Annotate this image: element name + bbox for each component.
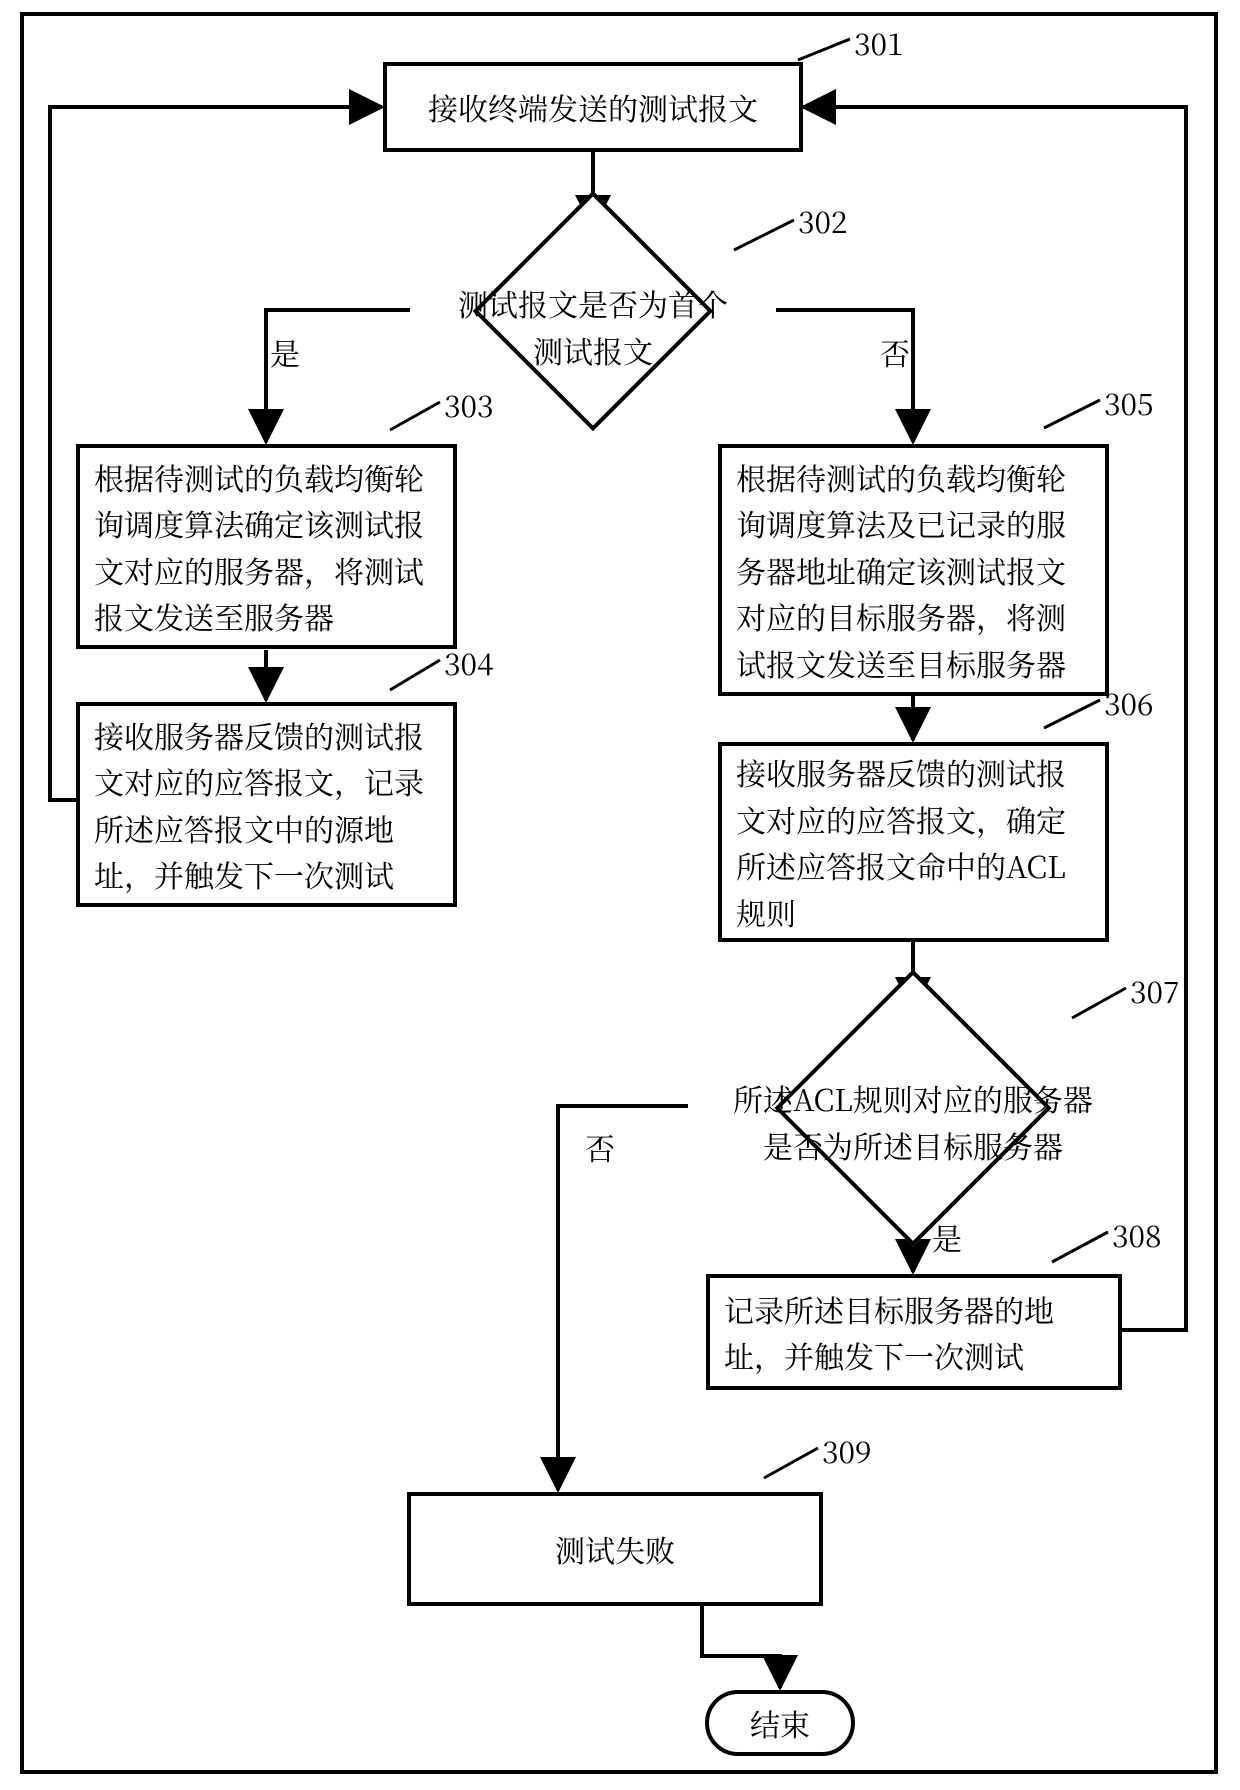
label-yes-307: 是 bbox=[932, 1215, 962, 1259]
step-test-failed: 测试失败 bbox=[407, 1492, 823, 1606]
ref-307: 307 bbox=[1130, 968, 1180, 1012]
terminator-text: 结束 bbox=[750, 1701, 810, 1745]
ref-304: 304 bbox=[444, 640, 494, 684]
step-receive-test-message: 接收终端发送的测试报文 bbox=[383, 62, 803, 152]
decision-is-first-message-label: 测试报文是否为首个 测试报文 bbox=[443, 280, 743, 373]
ref-309: 309 bbox=[822, 1428, 872, 1472]
step-text: 测试失败 bbox=[555, 1526, 675, 1573]
ref-305: 305 bbox=[1104, 380, 1154, 424]
step-determine-acl-rule: 接收服务器反馈的测试报文对应的应答报文，确定所述应答报文命中的ACL规则 bbox=[718, 742, 1109, 942]
label-yes-302: 是 bbox=[270, 330, 300, 374]
step-text: 接收服务器反馈的测试报文对应的应答报文，记录所述应答报文中的源地址，并触发下一次… bbox=[94, 712, 439, 898]
step-send-to-server: 根据待测试的负载均衡轮询调度算法确定该测试报文对应的服务器，将测试报文发送至服务… bbox=[76, 444, 457, 649]
step-record-target-trigger-next: 记录所述目标服务器的地址，并触发下一次测试 bbox=[706, 1274, 1122, 1390]
step-text: 根据待测试的负载均衡轮询调度算法确定该测试报文对应的服务器，将测试报文发送至服务… bbox=[94, 454, 439, 640]
ref-306: 306 bbox=[1104, 680, 1154, 724]
step-send-to-target-server: 根据待测试的负载均衡轮询调度算法及已记录的服务器地址确定该测试报文对应的目标服务… bbox=[718, 444, 1109, 696]
ref-301: 301 bbox=[854, 20, 904, 64]
label-no-307: 否 bbox=[585, 1125, 615, 1169]
step-text: 根据待测试的负载均衡轮询调度算法及已记录的服务器地址确定该测试报文对应的目标服务… bbox=[736, 454, 1091, 687]
step-record-source-trigger-next: 接收服务器反馈的测试报文对应的应答报文，记录所述应答报文中的源地址，并触发下一次… bbox=[76, 702, 457, 907]
ref-302: 302 bbox=[798, 198, 848, 242]
terminator-end: 结束 bbox=[705, 1690, 855, 1756]
ref-303: 303 bbox=[444, 382, 494, 426]
ref-308: 308 bbox=[1112, 1212, 1162, 1256]
label-no-302: 否 bbox=[880, 330, 910, 374]
decision-acl-matches-target-label: 所述ACL规则对应的服务器 是否为所述目标服务器 bbox=[723, 1075, 1103, 1168]
step-text: 记录所述目标服务器的地址，并触发下一次测试 bbox=[724, 1286, 1104, 1379]
step-text: 接收服务器反馈的测试报文对应的应答报文，确定所述应答报文命中的ACL规则 bbox=[736, 749, 1091, 935]
step-text: 接收终端发送的测试报文 bbox=[428, 84, 758, 131]
